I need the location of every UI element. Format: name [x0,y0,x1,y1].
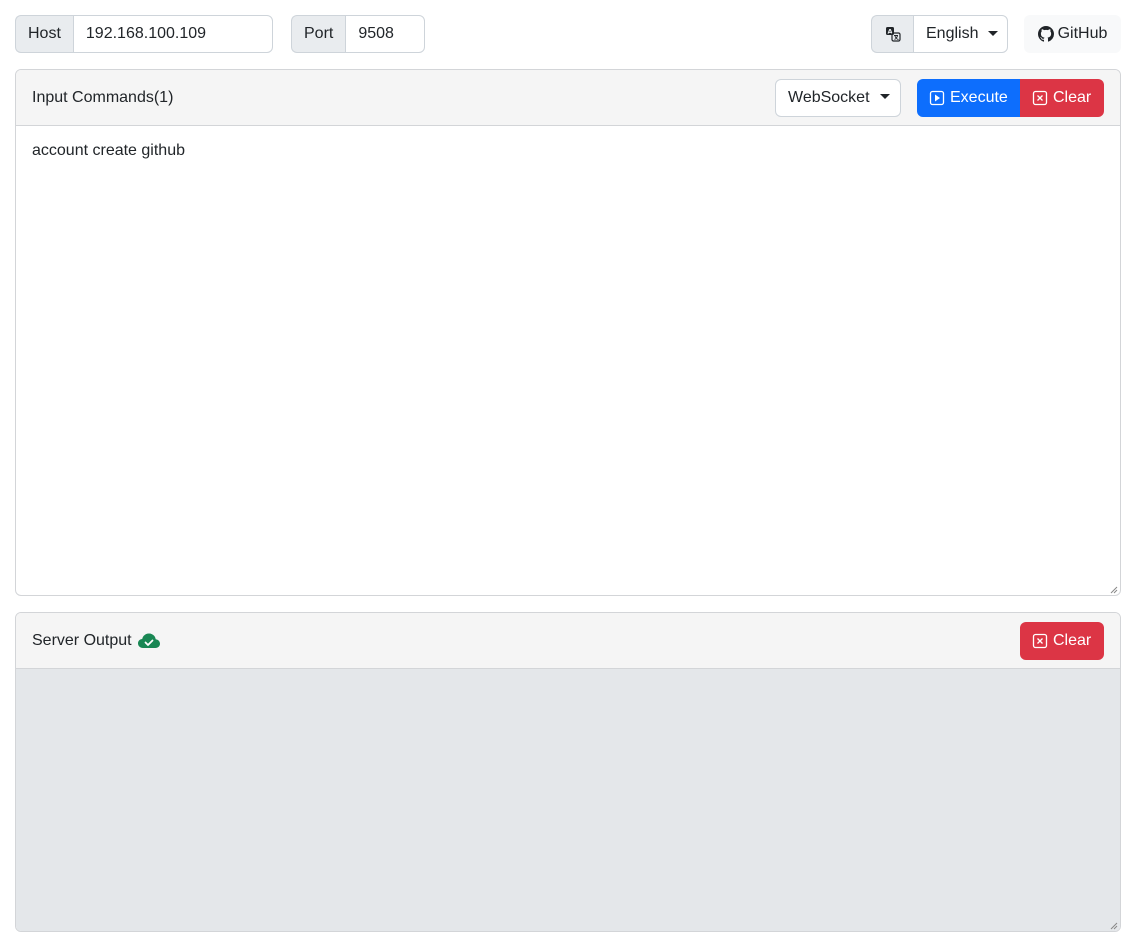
resize-handle-icon[interactable] [1110,922,1118,930]
protocol-selected-label: WebSocket [788,88,870,106]
protocol-dropdown[interactable]: WebSocket [775,78,901,117]
execute-button[interactable]: Execute [917,78,1020,117]
top-toolbar: Host Port A English GitHub [15,15,1121,53]
host-label: Host [15,15,73,53]
host-input-group: Host [15,15,275,53]
port-input[interactable] [345,15,426,53]
language-selector-group: A English [871,15,1008,53]
resize-handle-icon[interactable] [1110,586,1118,594]
output-panel-actions: Clear [1020,621,1104,660]
clear-input-button[interactable]: Clear [1020,78,1104,117]
clear-output-button[interactable]: Clear [1020,621,1104,660]
output-panel-header: Server Output Clear [16,613,1120,669]
chevron-down-icon [879,94,890,99]
play-icon [929,90,945,105]
language-selected-label: English [926,25,979,42]
port-input-group: Port [291,15,426,53]
commands-text: account create github [32,142,185,159]
clear-output-label: Clear [1053,631,1092,649]
server-output-panel: Server Output Clear [15,612,1121,932]
port-label: Port [291,15,346,53]
output-panel-title: Server Output [32,632,161,650]
close-square-icon [1032,633,1048,648]
github-button[interactable]: GitHub [1024,15,1121,53]
cloud-check-icon [137,633,160,648]
language-dropdown[interactable]: English [913,15,1008,53]
commands-textarea[interactable]: account create github [16,126,1120,595]
close-square-icon [1032,90,1048,105]
output-panel-title-text: Server Output [32,631,132,649]
github-icon [1037,26,1054,42]
translate-icon: A [871,15,913,53]
input-commands-panel: Input Commands(1) WebSocket Execute Clea… [15,69,1121,596]
chevron-down-icon [988,30,999,36]
host-input[interactable] [72,15,273,53]
input-panel-title: Input Commands(1) [32,88,174,106]
github-label: GitHub [1057,25,1108,42]
execute-label: Execute [950,88,1008,106]
server-output-textarea[interactable] [16,669,1120,931]
input-panel-header: Input Commands(1) WebSocket Execute Clea… [16,70,1120,126]
clear-input-label: Clear [1053,88,1092,106]
input-panel-actions: WebSocket Execute Clear [775,78,1104,117]
